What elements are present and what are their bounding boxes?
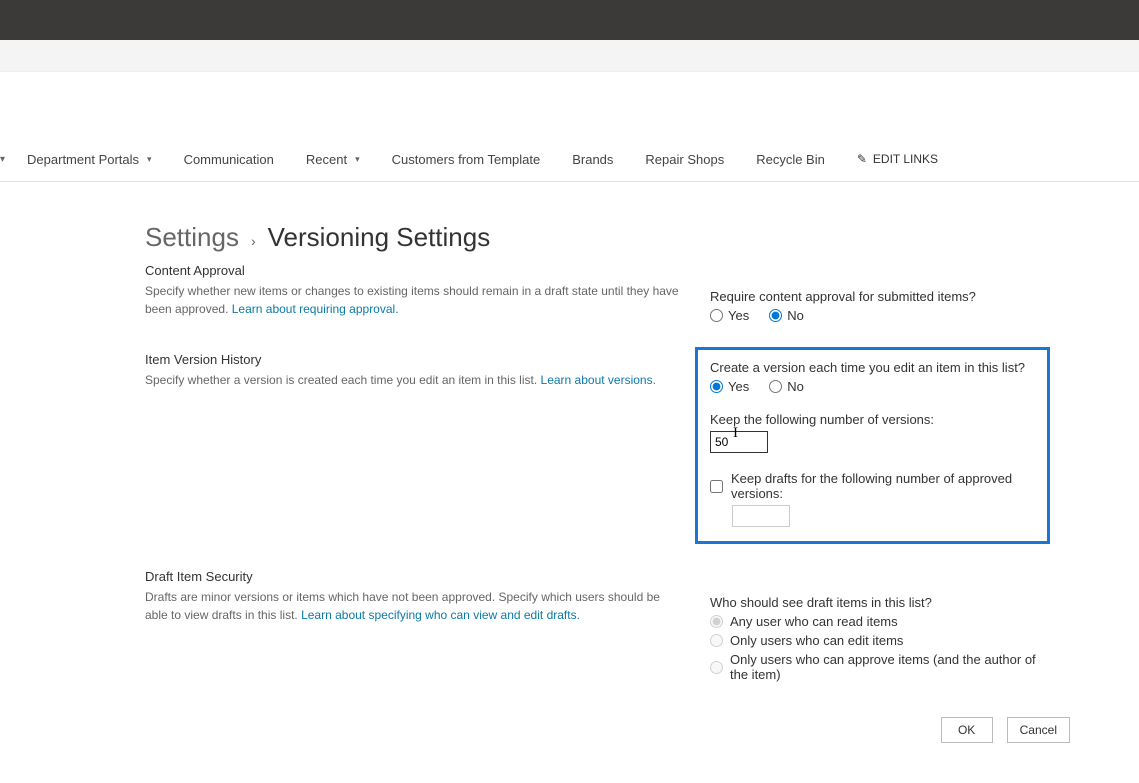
draft-opt-any[interactable]: Any user who can read items bbox=[710, 614, 1050, 629]
keep-drafts-input[interactable] bbox=[732, 505, 790, 527]
nav-label: Department Portals bbox=[27, 152, 139, 167]
draft-radio-approve[interactable] bbox=[710, 661, 723, 674]
breadcrumb-separator: › bbox=[251, 233, 256, 249]
nav-label: Brands bbox=[572, 152, 613, 167]
suite-bar bbox=[0, 0, 1139, 40]
pencil-icon: ✎ bbox=[857, 152, 867, 166]
version-no-option[interactable]: No bbox=[769, 379, 804, 394]
page-body: Settings › Versioning Settings Content A… bbox=[0, 182, 1080, 783]
ribbon-bar bbox=[0, 40, 1139, 72]
nav-overflow-left[interactable]: ▾ bbox=[0, 154, 11, 165]
breadcrumb-parent[interactable]: Settings bbox=[145, 222, 239, 253]
nav-item-recent[interactable]: Recent ▾ bbox=[290, 137, 376, 181]
nav-label: Recent bbox=[306, 152, 347, 167]
draft-radio-edit[interactable] bbox=[710, 634, 723, 647]
nav-item-customers-from-template[interactable]: Customers from Template bbox=[376, 137, 557, 181]
cancel-button[interactable]: Cancel bbox=[1007, 717, 1070, 743]
approval-no-option[interactable]: No bbox=[769, 308, 804, 323]
version-yes-option[interactable]: Yes bbox=[710, 379, 749, 394]
version-yes-radio[interactable] bbox=[710, 380, 723, 393]
section-description: Specify whether a version is created eac… bbox=[145, 371, 680, 389]
draft-question: Who should see draft items in this list? bbox=[710, 595, 1050, 610]
learn-versions-link[interactable]: Learn about versions. bbox=[541, 373, 656, 387]
top-nav: ▾ Department Portals ▾ Communication Rec… bbox=[0, 137, 1139, 182]
version-no-radio[interactable] bbox=[769, 380, 782, 393]
version-question: Create a version each time you edit an i… bbox=[710, 360, 1035, 375]
ok-button[interactable]: OK bbox=[941, 717, 993, 743]
draft-radio-any[interactable] bbox=[710, 615, 723, 628]
highlighted-region: Create a version each time you edit an i… bbox=[695, 347, 1050, 544]
draft-opt-edit[interactable]: Only users who can edit items bbox=[710, 633, 1050, 648]
section-heading: Content Approval bbox=[145, 263, 680, 278]
button-row: OK Cancel bbox=[145, 717, 1080, 743]
section-content-approval: Content Approval Specify whether new ite… bbox=[145, 263, 1080, 327]
learn-drafts-link[interactable]: Learn about specifying who can view and … bbox=[301, 608, 580, 622]
section-version-history: Item Version History Specify whether a v… bbox=[145, 352, 1080, 544]
section-heading: Item Version History bbox=[145, 352, 680, 367]
nav-label: Communication bbox=[184, 152, 274, 167]
draft-opt-approve[interactable]: Only users who can approve items (and th… bbox=[710, 652, 1050, 682]
approval-yes-radio[interactable] bbox=[710, 309, 723, 322]
chevron-down-icon: ▾ bbox=[355, 154, 360, 165]
edit-links-label: EDIT LINKS bbox=[873, 152, 938, 166]
nav-item-brands[interactable]: Brands bbox=[556, 137, 629, 181]
nav-label: Customers from Template bbox=[392, 152, 541, 167]
keep-drafts-label: Keep drafts for the following number of … bbox=[731, 471, 1035, 501]
nav-item-communication[interactable]: Communication bbox=[168, 137, 290, 181]
keep-drafts-checkbox[interactable] bbox=[710, 480, 723, 493]
approval-no-radio[interactable] bbox=[769, 309, 782, 322]
learn-approval-link[interactable]: Learn about requiring approval. bbox=[232, 302, 399, 316]
chevron-down-icon: ▾ bbox=[147, 154, 152, 165]
keep-versions-input[interactable] bbox=[710, 431, 768, 453]
nav-item-recycle-bin[interactable]: Recycle Bin bbox=[740, 137, 841, 181]
approval-yes-option[interactable]: Yes bbox=[710, 308, 749, 323]
section-description: Specify whether new items or changes to … bbox=[145, 282, 680, 318]
nav-item-repair-shops[interactable]: Repair Shops bbox=[629, 137, 740, 181]
nav-item-department-portals[interactable]: Department Portals ▾ bbox=[11, 137, 168, 181]
nav-label: Recycle Bin bbox=[756, 152, 825, 167]
section-description: Drafts are minor versions or items which… bbox=[145, 588, 680, 624]
approval-question: Require content approval for submitted i… bbox=[710, 289, 1050, 304]
page-title: Versioning Settings bbox=[268, 222, 491, 253]
section-heading: Draft Item Security bbox=[145, 569, 680, 584]
keep-versions-label: Keep the following number of versions: bbox=[710, 412, 1035, 427]
nav-label: Repair Shops bbox=[645, 152, 724, 167]
breadcrumb: Settings › Versioning Settings bbox=[145, 222, 1080, 253]
section-draft-security: Draft Item Security Drafts are minor ver… bbox=[145, 569, 1080, 682]
edit-links-button[interactable]: ✎ EDIT LINKS bbox=[841, 152, 954, 166]
